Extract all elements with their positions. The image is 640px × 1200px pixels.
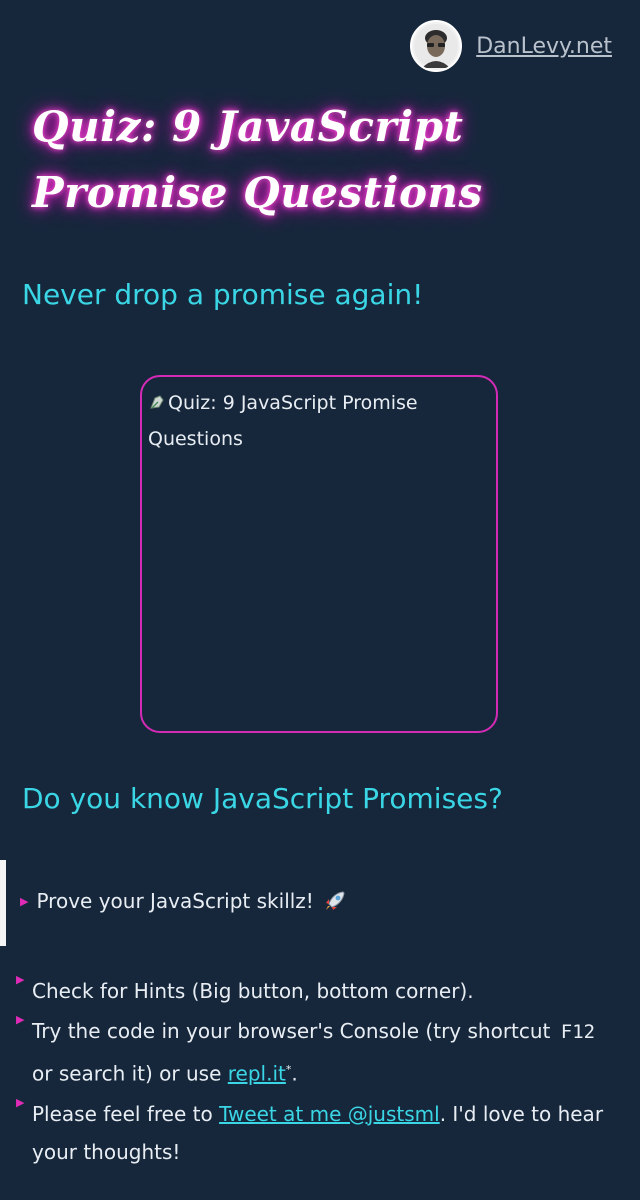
- site-header: DanLevy.net: [410, 20, 612, 72]
- page-title-line1: Quiz: 9 JavaScript: [32, 102, 464, 151]
- page-subtitle: Never drop a promise again!: [22, 278, 424, 311]
- shortcut-key: F12: [560, 1021, 596, 1043]
- broken-image-icon: [150, 395, 164, 409]
- tweet-link[interactable]: Tweet at me @justsml: [219, 1102, 440, 1126]
- blockquote-accent-bar: [0, 860, 6, 946]
- hero-image-frame: Quiz: 9 JavaScript Promise Questions: [140, 375, 498, 733]
- hero-image-alt-text: Quiz: 9 JavaScript Promise Questions: [148, 392, 418, 450]
- bullet-icon: ▶: [20, 894, 29, 908]
- list-item: ▶ Try the code in your browser's Console…: [14, 1012, 604, 1093]
- tip-console-mid: or search it) or use: [32, 1061, 222, 1086]
- author-avatar[interactable]: [410, 20, 463, 72]
- replit-link[interactable]: repl.it: [228, 1062, 286, 1086]
- rocket-icon: [322, 888, 348, 914]
- hero-image-alt: Quiz: 9 JavaScript Promise Questions: [148, 392, 418, 450]
- highlight-text: Prove your JavaScript skillz!: [36, 889, 314, 913]
- page-title: Quiz: 9 JavaScript Promise Questions: [32, 94, 502, 226]
- page-title-line2: Promise Questions: [32, 168, 483, 217]
- highlight-callout: ▶ Prove your JavaScript skillz!: [20, 888, 348, 914]
- tip-tweet-prefix: Please feel free to: [32, 1101, 213, 1126]
- bullet-icon: ▶: [16, 1095, 25, 1109]
- list-item: ▶ Check for Hints (Big button, bottom co…: [14, 972, 604, 1010]
- tip-console-end: .: [291, 1061, 298, 1086]
- avatar-portrait-icon: [414, 24, 459, 68]
- bullet-icon: ▶: [16, 973, 25, 986]
- bullet-icon: ▶: [16, 1013, 25, 1026]
- tip-hints-text: Check for Hints (Big button, bottom corn…: [32, 979, 474, 1003]
- section-heading: Do you know JavaScript Promises?: [22, 782, 503, 815]
- site-home-link[interactable]: DanLevy.net: [476, 34, 612, 59]
- tips-list: ▶ Check for Hints (Big button, bottom co…: [14, 972, 604, 1173]
- list-item: ▶ Please feel free to Tweet at me @justs…: [14, 1095, 604, 1171]
- tip-console-text: Try the code in your browser's Console (…: [32, 1019, 551, 1043]
